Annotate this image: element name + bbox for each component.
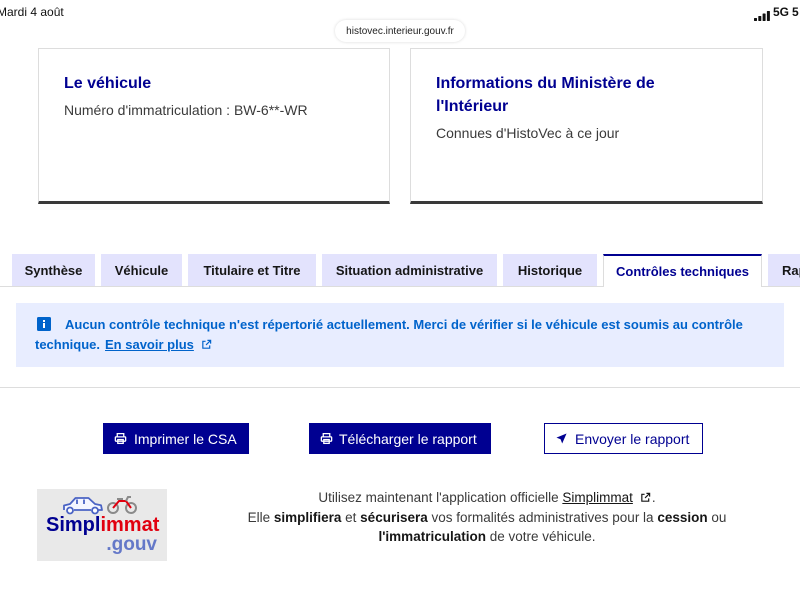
external-link-icon [201,339,212,350]
printer-icon [320,432,333,445]
print-csa-button[interactable]: Imprimer le CSA [103,423,249,454]
tab-situation-administrative[interactable]: Situation administrative [322,254,497,286]
logo-wordmark: Simplimmat [46,514,159,536]
tab-list: Synthèse Véhicule Titulaire et Titre Sit… [12,254,800,287]
promo-bold-immatriculation: l'immatriculation [378,529,486,544]
vehicle-card-title: Le véhicule [64,75,152,92]
address-bar[interactable]: histovec.interieur.gouv.fr [335,20,465,42]
tab-titulaire-et-titre[interactable]: Titulaire et Titre [188,254,316,286]
status-date: Mardi 4 août [0,5,64,19]
promo-text-segment: Elle [247,509,274,525]
tab-rapport[interactable]: Rap [768,254,800,286]
promo-line-2: Elle simplifiera et sécurisera vos forma… [187,508,787,528]
address-bar-url: histovec.interieur.gouv.fr [346,25,454,37]
promo-line-1-text: Utilisez maintenant l'application offici… [318,490,563,505]
promo-text-segment: de votre véhicule. [485,529,596,544]
promo-line-3: l'immatriculation de votre véhicule. [187,527,787,547]
logo-wordmark-simpl: Simpl [46,514,101,536]
print-csa-button-label: Imprimer le CSA [134,430,237,447]
download-report-button[interactable]: Télécharger le rapport [309,423,491,454]
download-report-button-label: Télécharger le rapport [339,430,477,447]
tab-vehicule[interactable]: Véhicule [101,254,182,286]
ministry-info-card-text: Connues d'HistoVec à ce jour [436,125,620,141]
promo-bold-cession: cession [657,509,708,525]
learn-more-link[interactable]: En savoir plus [105,337,212,352]
send-report-button-label: Envoyer le rapport [575,430,690,447]
send-icon [556,433,567,444]
vehicle-card: Le véhicule Numéro d'immatriculation : B… [38,48,390,204]
logo-gouv-suffix: .gouv [106,534,157,555]
promo-text-segment: ou [707,509,727,525]
promo-bold-simplifiera: simplifiera [273,509,342,525]
simplimmat-promo-text: Utilisez maintenant l'application offici… [187,488,787,547]
simplimmat-link[interactable]: Simplimmat [562,490,633,505]
external-link-icon [640,492,651,503]
tab-controles-techniques[interactable]: Contrôles techniques [603,254,762,287]
tab-historique[interactable]: Historique [503,254,597,286]
info-icon [37,317,51,331]
learn-more-link-label: En savoir plus [105,337,194,352]
registration-number: Numéro d'immatriculation : BW-6**-WR [64,102,308,118]
promo-text-segment: vos formalités administratives pour la [427,509,658,525]
promo-text-segment: et [341,509,361,525]
tab-synthese[interactable]: Synthèse [12,254,95,286]
battery-level: 5 [792,5,799,19]
logo-wordmark-immat: immat [100,514,160,536]
network-type: 5G [773,5,790,19]
send-report-button[interactable]: Envoyer le rapport [544,423,703,454]
ministry-info-card-title: Informations du Ministère de l'Intérieur [436,75,655,115]
promo-bold-securisera: sécurisera [360,509,428,525]
cellular-signal-icon [754,8,770,26]
printer-icon [114,432,127,445]
info-alert: Aucun contrôle technique n'est répertori… [16,303,784,367]
ministry-info-card: Informations du Ministère de l'Intérieur… [410,48,763,204]
promo-line-1-end: . [651,490,656,505]
simplimmat-logo: Simplimmat .gouv [37,489,167,561]
promo-line-1: Utilisez maintenant l'application offici… [187,488,787,508]
